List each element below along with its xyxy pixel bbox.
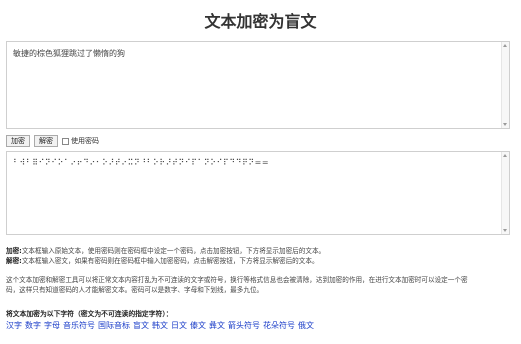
ciphertext-output[interactable]: ⠃⠺⠃⠿⠊⠝⠊⠕⠁⠔⠖⠙⠔⠂⠕⠜⠞⠔⠭⠝⠘⠃⠕⠗⠜⠞⠝⠊⠏⠁⠝⠕⠊⠏⠙⠙⠟⠝== [6, 151, 510, 235]
controls-bar: 加密 解密 使用密码 [6, 134, 99, 148]
output-scrollbar[interactable] [501, 152, 509, 234]
link-braille[interactable]: 盲文 [133, 320, 149, 331]
link-digits[interactable]: 数字 [25, 320, 41, 331]
link-music-symbols[interactable]: 音乐符号 [63, 320, 95, 331]
input-scrollbar[interactable] [501, 42, 509, 128]
decrypt-help-text: 文本框输入密文，如果有密码则在密码框中输入加密密码，点击解密按钮，下方将显示解密… [21, 256, 319, 265]
cipher-type-links: 汉字 数字 字母 音乐符号 国际音标 盲文 韩文 日文 傣文 彝文 箭头符号 花… [6, 320, 317, 331]
encrypt-button[interactable]: 加密 [6, 135, 30, 147]
link-japanese[interactable]: 日文 [171, 320, 187, 331]
ciphertext-value: ⠃⠺⠃⠿⠊⠝⠊⠕⠁⠔⠖⠙⠔⠂⠕⠜⠞⠔⠭⠝⠘⠃⠕⠗⠜⠞⠝⠊⠏⠁⠝⠕⠊⠏⠙⠙⠟⠝== [13, 158, 270, 167]
scroll-up-arrow-icon[interactable] [503, 44, 507, 47]
page-title: 文本加密为盲文 [204, 12, 317, 31]
usage-help: 加密:文本框输入原始文本，使用密码则在密码框中设定一个密码，点击加密按钮，下方将… [6, 247, 516, 266]
link-hanzi[interactable]: 汉字 [6, 320, 22, 331]
link-letters[interactable]: 字母 [44, 320, 60, 331]
tool-description-line1: 这个文本加密和解密工具可以将正常文本内容打乱为不可连读的文字或符号，换行等格式信… [6, 276, 468, 284]
cipher-type-heading: 将文本加密为以下字符（密文为不可连读的指定字符）： [6, 310, 173, 318]
scroll-down-arrow-icon[interactable] [503, 229, 507, 232]
plaintext-value: 敏捷的棕色狐狸跳过了懒惰的狗 [13, 49, 125, 58]
scroll-up-arrow-icon[interactable] [503, 154, 507, 157]
link-dai[interactable]: 傣文 [190, 320, 206, 331]
tool-description: 这个文本加密和解密工具可以将正常文本内容打乱为不可连读的文字或符号，换行等格式信… [6, 276, 516, 295]
scroll-down-arrow-icon[interactable] [503, 123, 507, 126]
link-flower-symbols[interactable]: 花朵符号 [263, 320, 295, 331]
link-ipa[interactable]: 国际音标 [98, 320, 130, 331]
link-arrow-symbols[interactable]: 箭头符号 [228, 320, 260, 331]
decrypt-button[interactable]: 解密 [34, 135, 58, 147]
use-password-label[interactable]: 使用密码 [71, 136, 99, 146]
encrypt-help: 加密:文本框输入原始文本，使用密码则在密码框中设定一个密码，点击加密按钮，下方将… [6, 247, 516, 257]
decrypt-help: 解密:文本框输入密文，如果有密码则在密码框中输入加密密码，点击解密按钮，下方将显… [6, 257, 516, 267]
tool-description-line2: 码，这样只有知道密码的人才能解密文本。密码可以是数字、字母和下划线，最多九位。 [6, 285, 264, 294]
use-password-checkbox[interactable] [62, 137, 69, 145]
decrypt-help-term: 解密: [6, 256, 22, 265]
encrypt-help-text: 文本框输入原始文本，使用密码则在密码框中设定一个密码，点击加密按钮，下方将显示加… [21, 247, 326, 255]
encrypt-help-term: 加密: [6, 247, 22, 255]
link-russian[interactable]: 俄文 [298, 320, 314, 331]
link-yi[interactable]: 彝文 [209, 320, 225, 331]
link-korean[interactable]: 韩文 [152, 320, 168, 331]
plaintext-input[interactable]: 敏捷的棕色狐狸跳过了懒惰的狗 [6, 41, 510, 129]
